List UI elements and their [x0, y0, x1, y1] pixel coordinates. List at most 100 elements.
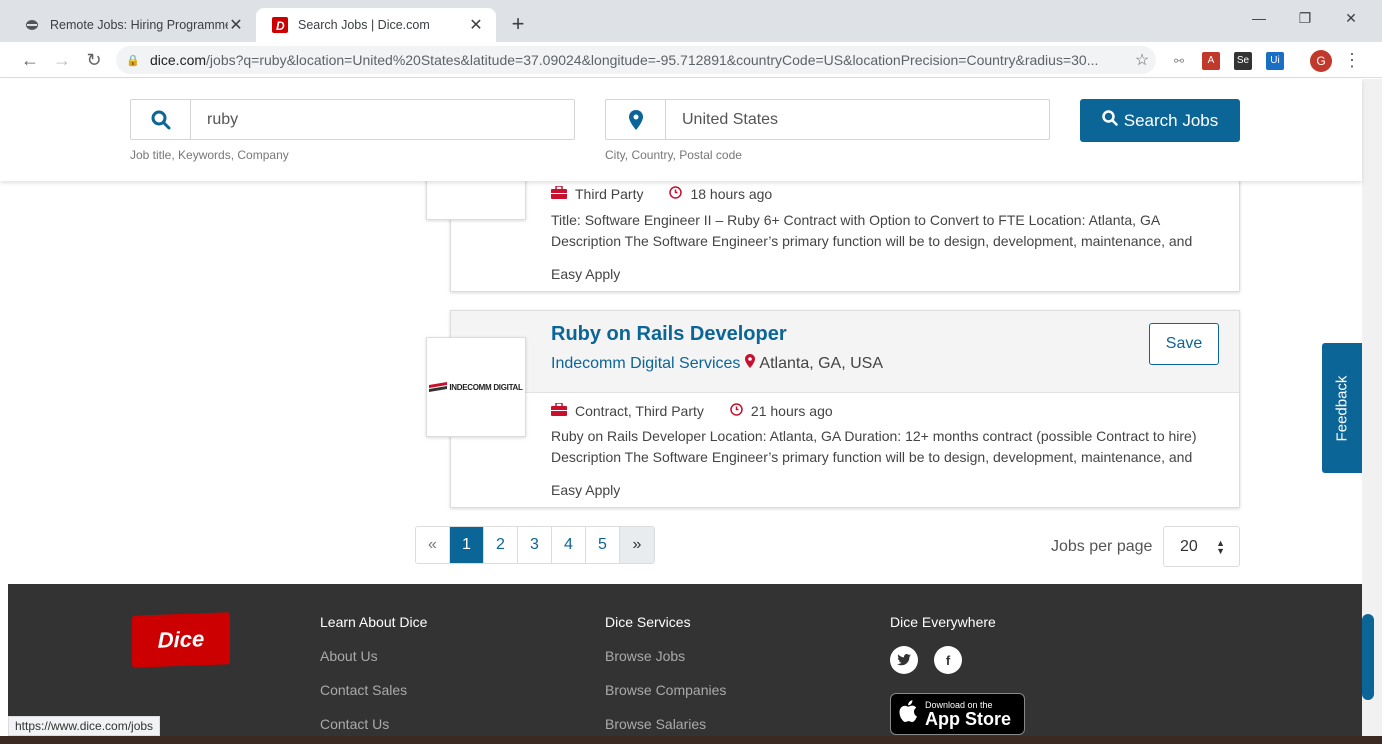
footer-heading: Dice Everywhere	[890, 614, 996, 630]
job-description: Title: Software Engineer II – Ruby 6+ Co…	[551, 210, 1211, 252]
posted-date: 21 hours ago	[750, 403, 833, 419]
keyword-search-field[interactable]: ruby	[130, 99, 575, 140]
app-store-badge[interactable]: Download on the App Store	[890, 693, 1025, 735]
footer-heading: Learn About Dice	[320, 614, 428, 630]
easy-apply-label: Easy Apply	[551, 266, 621, 282]
close-icon[interactable]: ✕	[468, 15, 484, 35]
uipath-extension-icon[interactable]: Ui	[1266, 52, 1284, 70]
url-host: dice.com	[150, 52, 207, 68]
pagination-page-5[interactable]: 5	[586, 527, 620, 563]
pdf-extension-icon[interactable]: A	[1202, 52, 1220, 70]
job-description: Ruby on Rails Developer Location: Atlant…	[551, 426, 1211, 468]
new-tab-button[interactable]: +	[506, 12, 530, 36]
job-card-header: Ruby on Rails Developer Indecomm Digital…	[451, 311, 1239, 393]
footer-column-services: Dice Services Browse Jobs Browse Compani…	[605, 614, 726, 744]
company-logo-text: INDECOMM DIGITAL	[449, 382, 523, 392]
briefcase-icon	[551, 185, 567, 202]
location-search-field[interactable]: United States	[605, 99, 1050, 140]
save-job-button[interactable]: Save	[1149, 323, 1219, 365]
browser-toolbar: ← → ↻ 🔒 dice.com /jobs?q=ruby&location=U…	[0, 42, 1382, 78]
footer-link-about[interactable]: About Us	[320, 648, 427, 664]
browser-tabstrip: Remote Jobs: Hiring Programme ✕ D Search…	[0, 0, 1382, 42]
search-jobs-button[interactable]: Search Jobs	[1080, 99, 1240, 142]
clock-icon	[669, 186, 683, 202]
browser-menu-icon[interactable]: ⋮	[1340, 48, 1364, 72]
location-hint: City, Country, Postal code	[605, 148, 742, 162]
profile-avatar[interactable]: G	[1310, 50, 1332, 72]
footer-link-browse-jobs[interactable]: Browse Jobs	[605, 648, 726, 664]
company-link[interactable]: Indecomm Digital Services	[551, 355, 740, 373]
tab-remote-jobs[interactable]: Remote Jobs: Hiring Programme ✕	[8, 8, 256, 42]
pagination-page-4[interactable]: 4	[552, 527, 586, 563]
tab-dice-search[interactable]: D Search Jobs | Dice.com ✕	[256, 8, 496, 42]
pagination: « 1 2 3 4 5 »	[415, 526, 655, 564]
location-pin-icon	[606, 100, 666, 139]
job-meta: Contract, Third Party 21 hours ago	[551, 402, 833, 419]
pagination-page-2[interactable]: 2	[484, 527, 518, 563]
extension-link-icon[interactable]: ⚯	[1170, 52, 1188, 70]
description-line: Ruby on Rails Developer Location: Atlant…	[551, 428, 1197, 444]
apple-icon	[899, 700, 917, 728]
bookmark-star-icon[interactable]: ☆	[1128, 50, 1156, 70]
description-line: Title: Software Engineer II – Ruby 6+ Co…	[551, 212, 1161, 228]
minimize-icon[interactable]: —	[1236, 10, 1282, 34]
footer-heading: Dice Services	[605, 614, 691, 630]
keyword-input[interactable]: ruby	[191, 111, 238, 129]
facebook-icon[interactable]: f	[934, 646, 962, 674]
site-footer: Dice Learn About Dice About Us Contact S…	[8, 584, 1362, 744]
jobs-per-page-label: Jobs per page	[1051, 538, 1153, 555]
pagination-next[interactable]: »	[620, 527, 654, 563]
selenium-extension-icon[interactable]: Se	[1234, 52, 1252, 70]
url-path: /jobs?q=ruby&location=United%20States&la…	[206, 52, 1099, 68]
twitter-icon[interactable]	[890, 646, 918, 674]
reload-icon[interactable]: ↻	[82, 48, 106, 72]
indecomm-logo-icon	[429, 382, 448, 392]
footer-link-browse-salaries[interactable]: Browse Salaries	[605, 716, 726, 732]
job-card: Ruby on Rails Developer Indecomm Digital…	[450, 310, 1240, 508]
posted-date: 18 hours ago	[690, 186, 773, 202]
scrollbar-thumb[interactable]	[1362, 614, 1374, 700]
feedback-label: Feedback	[1333, 375, 1351, 441]
pagination-prev[interactable]: «	[416, 527, 450, 563]
company-line: Indecomm Digital Services Atlanta, GA, U…	[551, 354, 883, 373]
jobs-per-page-value: 20	[1180, 537, 1198, 555]
easy-apply-label: Easy Apply	[551, 482, 621, 498]
footer-link-browse-companies[interactable]: Browse Companies	[605, 682, 726, 698]
location-input[interactable]: United States	[666, 111, 778, 129]
lock-icon: 🔒	[126, 54, 140, 67]
forward-icon[interactable]: →	[50, 48, 74, 72]
jobs-per-page-select[interactable]: 20 ▲ ▼	[1163, 526, 1240, 567]
select-arrows-icon: ▲ ▼	[1216, 537, 1225, 556]
search-icon	[1102, 110, 1118, 131]
briefcase-icon	[551, 402, 567, 419]
back-icon[interactable]: ←	[18, 48, 42, 72]
job-card: Third Party 18 hours ago Title: Software…	[450, 170, 1240, 292]
job-title-link[interactable]: Ruby on Rails Developer	[551, 323, 787, 346]
employment-type: Contract, Third Party	[575, 403, 704, 419]
footer-link-contact-sales[interactable]: Contact Sales	[320, 682, 427, 698]
footer-link-contact-us[interactable]: Contact Us	[320, 716, 427, 732]
app-store-text: Download on the App Store	[925, 700, 1011, 728]
pagination-page-1[interactable]: 1	[450, 527, 484, 563]
close-icon[interactable]: ✕	[228, 15, 244, 35]
app-store-big-text: App Store	[925, 709, 1012, 729]
pagination-page-3[interactable]: 3	[518, 527, 552, 563]
employment-type: Third Party	[575, 186, 644, 202]
keyword-hint: Job title, Keywords, Company	[130, 148, 289, 162]
restore-icon[interactable]: ❐	[1282, 10, 1328, 34]
feedback-tab[interactable]: Feedback	[1322, 343, 1362, 473]
dice-logo[interactable]: Dice	[132, 612, 230, 668]
window-close-icon[interactable]: ✕	[1328, 10, 1374, 34]
tab-title: Search Jobs | Dice.com	[298, 18, 430, 32]
job-search-header: ruby Job title, Keywords, Company United…	[0, 79, 1362, 181]
job-location: Atlanta, GA, USA	[759, 354, 884, 372]
footer-column-everywhere: Dice Everywhere	[890, 614, 996, 648]
link-status-bar: https://www.dice.com/jobs	[8, 716, 161, 736]
remote-icon	[24, 17, 40, 33]
description-line: Description The Software Engineer’s prim…	[551, 449, 1193, 465]
search-jobs-label: Search Jobs	[1123, 110, 1219, 130]
address-bar[interactable]: 🔒 dice.com /jobs?q=ruby&location=United%…	[116, 46, 1156, 74]
clock-icon	[730, 403, 743, 419]
tab-title: Remote Jobs: Hiring Programme	[50, 18, 228, 32]
company-logo[interactable]: INDECOMM DIGITAL	[426, 337, 526, 437]
